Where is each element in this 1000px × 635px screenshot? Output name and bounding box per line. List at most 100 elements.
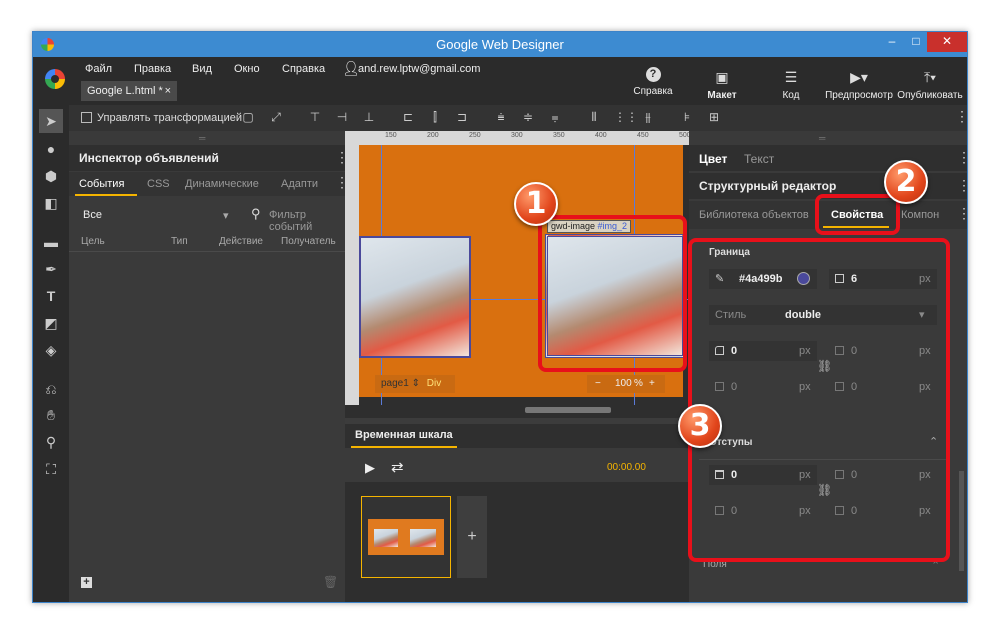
ruler-mark: 350 — [553, 132, 565, 139]
column-target: Цель — [81, 236, 105, 247]
tab-css[interactable]: CSS — [147, 178, 170, 190]
publish-icon: ⤒▾ — [923, 69, 937, 85]
annotation-badge-3: 3 — [678, 404, 722, 448]
select-arrow-icon: ▾ — [223, 210, 229, 222]
align-hcenter-icon[interactable]: ⫿ — [428, 110, 442, 124]
menu-view[interactable]: Вид — [192, 63, 212, 75]
transform-resize-icon[interactable]: ⤢ — [269, 110, 283, 124]
timeline-title-underline — [351, 446, 457, 448]
thumbnail-preview — [368, 519, 444, 555]
zoom-unit: % — [634, 378, 643, 389]
zoom-in-button[interactable]: + — [649, 375, 655, 393]
align-right-icon[interactable]: ⊐ — [455, 110, 469, 124]
distribute-hcenter-icon[interactable]: ⋮⋮ — [614, 110, 638, 124]
horizontal-scrollbar[interactable] — [525, 407, 611, 413]
hand-tool-icon[interactable]: ✋︎ — [43, 407, 59, 423]
events-filter-input[interactable]: Фильтр событий — [269, 209, 345, 233]
menu-edit[interactable]: Правка — [134, 63, 171, 75]
distribute-bottom-icon[interactable]: ⩦ — [548, 110, 562, 124]
page-select[interactable]: page1 ⇕ Div — [375, 375, 455, 393]
transform-box-icon[interactable]: ▢ — [241, 110, 255, 124]
distribute-vcenter-icon[interactable]: ≑ — [521, 110, 535, 124]
tab-components[interactable]: Компон — [901, 209, 939, 221]
fullscreen-tool-icon[interactable]: ⛶ — [43, 461, 59, 477]
ads-tabs-more-icon[interactable]: ⋮ — [335, 175, 349, 189]
close-tab-icon[interactable]: × — [165, 81, 171, 101]
user-email[interactable]: and.rew.lptw@gmail.com — [358, 63, 480, 75]
align-bottom-icon[interactable]: ⊥ — [362, 110, 376, 124]
color-panel-menu-icon[interactable]: ⋮ — [957, 150, 971, 164]
align-vmiddle-icon[interactable]: ⊣ — [335, 110, 349, 124]
layout-button[interactable]: ▣ Макет — [699, 69, 745, 101]
tab-adaptive[interactable]: Адапти — [281, 178, 318, 190]
shape-tool-icon[interactable]: ◩ — [43, 315, 59, 331]
properties-tabs-more-icon[interactable]: ⋮ — [957, 206, 971, 220]
align-top-icon[interactable]: ⊤ — [308, 110, 322, 124]
ads-inspector-menu-icon[interactable]: ⋮ — [335, 150, 349, 164]
distribute-right-icon[interactable]: ⫵ — [641, 110, 655, 124]
loop-icon[interactable]: ⇄ — [391, 458, 404, 476]
ruler-mark: 150 — [385, 132, 397, 139]
image-left[interactable] — [359, 236, 471, 358]
preview-button[interactable]: ▶▾ Предпросмотр — [825, 69, 893, 101]
3d-rotation-tool-icon[interactable]: ● — [43, 141, 59, 157]
annotation-badge-2: 2 — [884, 160, 928, 204]
help-icon: ? — [645, 67, 661, 82]
scrollbar[interactable] — [959, 471, 964, 571]
fill-tool-icon[interactable]: ◈ — [43, 342, 59, 358]
preview-label: Предпросмотр — [825, 90, 893, 101]
zoom-control[interactable]: − 100 % + — [587, 375, 665, 393]
text-tool-icon[interactable]: T — [43, 288, 59, 304]
more-align-icon[interactable]: ⊧ — [680, 110, 694, 124]
timeline-time: 00:00.00 — [607, 462, 646, 473]
add-event-icon[interactable]: + — [81, 577, 92, 588]
close-button[interactable]: ✕ — [927, 32, 967, 52]
minimize-button[interactable]: – — [881, 32, 903, 52]
structure-menu-icon[interactable]: ⋮ — [957, 178, 971, 192]
tab-events[interactable]: События — [79, 178, 124, 190]
ruler-mark: 250 — [469, 132, 481, 139]
selection-tool-icon[interactable]: ➤ — [43, 113, 59, 129]
code-label: Код — [782, 90, 800, 101]
view-tool-icon[interactable]: ⎌ — [43, 381, 59, 397]
timeline-panel: Временная шкала ⋮ ▶ ⇄ 00:00.00 + — [345, 424, 693, 602]
pen-tool-icon[interactable]: ✒ — [43, 261, 59, 277]
transform-label: Управлять трансформацией — [97, 112, 242, 124]
zoom-tool-icon[interactable]: ⚲ — [43, 434, 59, 450]
3d-translation-tool-icon[interactable]: ⬢ — [43, 168, 59, 184]
tab-object-library[interactable]: Библиотека объектов — [699, 209, 809, 221]
play-dropdown-icon: ▶▾ — [850, 69, 868, 85]
maximize-button[interactable]: □ — [905, 32, 927, 52]
add-page-label: + — [467, 528, 477, 545]
tab-text[interactable]: Текст — [744, 152, 774, 166]
ruler-mark: 400 — [595, 132, 607, 139]
callout-box-border-settings — [688, 238, 950, 562]
distribute-left-icon[interactable]: ⫴ — [587, 110, 601, 124]
distribute-top-icon[interactable]: ⩧ — [494, 110, 508, 124]
color-tabs: Цвет Текст ⋮ — [689, 145, 971, 171]
align-to-stage-icon[interactable]: ⊞ — [707, 110, 721, 124]
help-button[interactable]: ? Справка — [631, 67, 675, 97]
add-page-button[interactable]: + — [457, 496, 487, 578]
publish-button[interactable]: ⤒▾ Опубликовать — [897, 69, 963, 101]
zoom-out-button[interactable]: − — [595, 375, 601, 393]
menu-window[interactable]: Окно — [234, 63, 260, 75]
code-button[interactable]: ☰ Код — [769, 69, 813, 101]
search-icon: ⚲ — [251, 206, 261, 221]
play-icon[interactable]: ▶ — [365, 460, 375, 476]
page-select-label: page1 — [381, 378, 409, 389]
tab-dynamic[interactable]: Динамические — [185, 178, 259, 190]
align-left-icon[interactable]: ⊏ — [401, 110, 415, 124]
toolbar-more-icon[interactable]: ⋮ — [955, 109, 969, 123]
menu-help[interactable]: Справка — [282, 63, 325, 75]
menu-file[interactable]: Файл — [85, 63, 112, 75]
tab-color[interactable]: Цвет — [699, 152, 727, 166]
tag-tool-icon[interactable]: ▬ — [43, 234, 59, 250]
transform-checkbox[interactable] — [81, 112, 92, 123]
file-tab[interactable]: Google L.html * × — [81, 81, 177, 101]
3d-object-tool-icon[interactable]: ◧ — [43, 195, 59, 211]
thumbnail-image-left — [374, 529, 398, 547]
column-type: Тип — [171, 236, 188, 247]
events-filter-select[interactable]: Все — [83, 209, 102, 221]
page-thumbnail[interactable] — [361, 496, 451, 578]
